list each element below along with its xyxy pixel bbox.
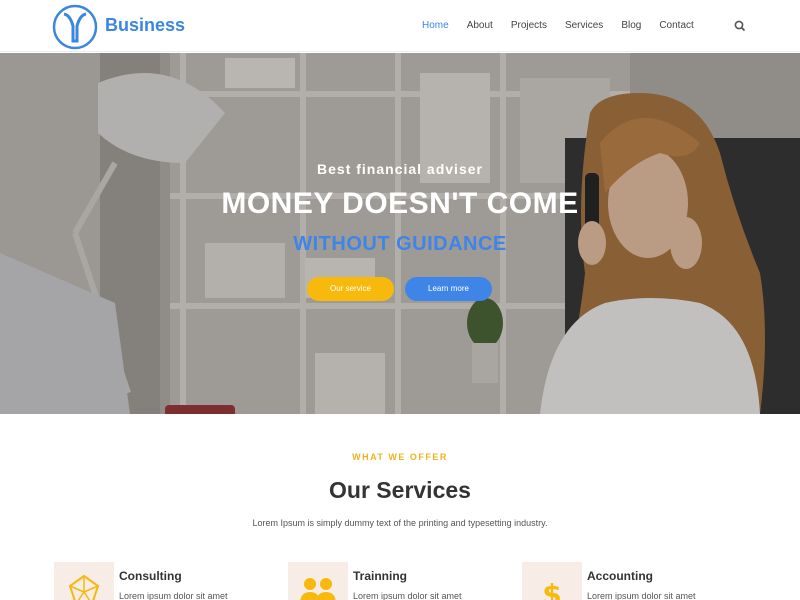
dollar-icon: $	[542, 578, 561, 600]
hero-title-highlight: WITHOUT GUIDANCE	[293, 233, 507, 255]
nav-services[interactable]: Services	[556, 0, 612, 52]
people-icon	[300, 578, 336, 600]
accounting-text: Lorem ipsum dolor sit amet	[587, 591, 696, 600]
training-title: Trainning	[353, 569, 407, 583]
search-icon[interactable]	[733, 19, 747, 33]
main-nav: Home About Projects Services Blog Contac…	[413, 0, 703, 52]
hero-banner: Best financial adviser MONEY DOESN'T COM…	[0, 53, 800, 414]
learn-more-button[interactable]: Learn more	[405, 277, 492, 301]
diamond-icon	[68, 574, 100, 600]
section-title: Our Services	[329, 477, 471, 503]
training-icon-box	[288, 562, 348, 600]
section-label: WHAT WE OFFER	[352, 452, 448, 462]
nav-about[interactable]: About	[458, 0, 502, 52]
site-header: Business Home About Projects Services Bl…	[0, 0, 800, 52]
nav-home[interactable]: Home	[413, 0, 458, 52]
training-text: Lorem ipsum dolor sit amet	[353, 591, 462, 600]
nav-projects[interactable]: Projects	[502, 0, 556, 52]
brand-name[interactable]: Business	[105, 15, 185, 36]
accounting-icon-box: $	[522, 562, 582, 600]
our-service-button[interactable]: Our service	[307, 277, 394, 301]
brand-logo[interactable]	[52, 4, 98, 50]
hero-subtitle: Best financial adviser	[317, 161, 483, 177]
section-description: Lorem Ipsum is simply dummy text of the …	[252, 518, 548, 528]
accounting-title: Accounting	[587, 569, 653, 583]
svg-text:$: $	[542, 578, 561, 600]
consulting-icon-box	[54, 562, 114, 600]
nav-blog[interactable]: Blog	[612, 0, 650, 52]
consulting-text: Lorem ipsum dolor sit amet	[119, 591, 228, 600]
consulting-title: Consulting	[119, 569, 182, 583]
hero-title: MONEY DOESN'T COME	[221, 187, 579, 220]
nav-contact[interactable]: Contact	[650, 0, 702, 52]
